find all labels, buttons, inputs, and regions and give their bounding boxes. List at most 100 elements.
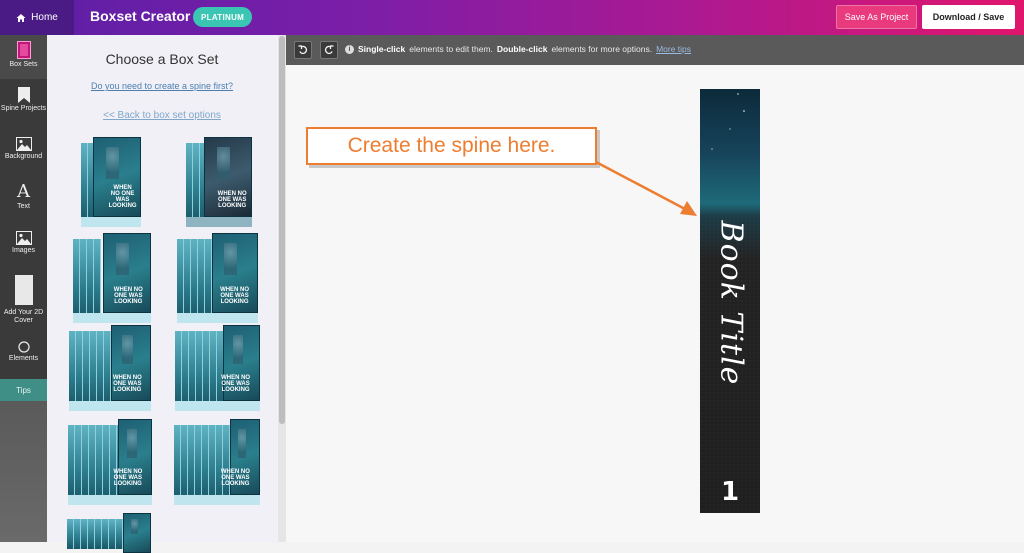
boxset-volume-spine: [94, 239, 101, 319]
boxset-volume-spine: [109, 519, 116, 549]
boxset-option[interactable]: WHEN NO ONE WAS LOOKING: [174, 419, 260, 505]
boxset-volume-spine: [196, 331, 203, 407]
hint-bold-single-click: Single-click: [358, 44, 406, 54]
rail-item-background[interactable]: Background: [0, 137, 47, 173]
boxset-title: WHEN NO ONE WAS LOOKING: [113, 469, 143, 487]
boxset-base: [73, 313, 151, 323]
boxset-volume-spine: [186, 143, 193, 223]
boxset-spines: [174, 425, 230, 501]
rail-item-add-2d-cover[interactable]: Add Your 2D Cover: [0, 275, 47, 331]
boxset-title: WHEN NO ONE WAS LOOKING: [220, 469, 250, 487]
app-title: Boxset Creator: [90, 8, 191, 24]
boxset-spines: [68, 425, 124, 501]
redo-button[interactable]: [320, 41, 338, 59]
boxset-volume-spine: [184, 239, 191, 319]
boxset-volume-spine: [110, 425, 117, 501]
boxset-option[interactable]: WHEN NO ONE WAS LOOKING: [175, 325, 260, 411]
boxset-volume-spine: [81, 519, 88, 549]
rail-item-label: Elements: [8, 355, 39, 362]
rail-item-spine-projects[interactable]: Spine Projects: [0, 87, 47, 131]
hint-text: elements for more options.: [551, 44, 653, 54]
rail-item-elements[interactable]: Elements: [0, 341, 47, 375]
boxset-title: WHEN NO ONE WAS LOOKING: [112, 375, 142, 393]
boxset-base: [68, 495, 152, 505]
boxset-volume-spine: [95, 519, 102, 549]
rail-item-label: Spine Projects: [0, 105, 47, 112]
boxset-spines: [73, 239, 101, 319]
home-icon: [16, 13, 26, 22]
boxset-option[interactable]: [67, 513, 151, 553]
bookmark-icon: [17, 87, 30, 103]
boxset-volume-spine: [175, 331, 182, 407]
boxset-spines: [67, 519, 123, 549]
undo-button[interactable]: [294, 41, 312, 59]
boxset-volume-spine: [202, 425, 209, 501]
boxset-volume-spine: [68, 425, 75, 501]
boxset-volume-spine: [75, 425, 82, 501]
boxset-volume-spine: [198, 239, 205, 319]
boxset-volume-spine: [195, 425, 202, 501]
rail-item-box-sets[interactable]: Box Sets: [0, 35, 47, 79]
boxset-volume-spine: [69, 331, 76, 407]
spine-volume-number[interactable]: 1: [700, 477, 760, 507]
boxset-volume-spine: [76, 331, 83, 407]
boxset-option[interactable]: WHEN NO ONE WAS LOOKING: [81, 137, 141, 227]
home-button[interactable]: Home: [0, 0, 74, 35]
boxset-front: [123, 513, 151, 553]
image-icon: [15, 137, 32, 151]
rail-item-label: Text: [17, 203, 30, 210]
boxset-option[interactable]: WHEN NO ONE WAS LOOKING: [186, 137, 252, 227]
box-sets-icon: [16, 41, 31, 59]
boxset-volume-spine: [67, 519, 74, 549]
rail-item-text[interactable]: A Text: [0, 183, 47, 219]
boxset-volume-spine: [191, 239, 198, 319]
boxset-volume-spine: [209, 425, 216, 501]
undo-icon: [298, 45, 308, 54]
boxset-volume-spine: [174, 425, 181, 501]
text-icon: A: [17, 181, 30, 202]
boxset-option[interactable]: WHEN NO ONE WAS LOOKING: [73, 233, 151, 323]
save-as-project-button[interactable]: Save As Project: [836, 5, 917, 29]
boxset-volume-spine: [97, 331, 104, 407]
boxset-volume-spine: [189, 331, 196, 407]
info-icon: i: [345, 44, 354, 54]
boxset-volume-spine: [102, 519, 109, 549]
spine-book-title[interactable]: Book Title: [714, 221, 749, 386]
boxset-option[interactable]: WHEN NO ONE WAS LOOKING: [69, 325, 151, 411]
boxset-option[interactable]: WHEN NO ONE WAS LOOKING: [177, 233, 258, 323]
boxset-spines: [175, 331, 224, 407]
rail-item-images[interactable]: Images: [0, 231, 47, 267]
boxset-volume-spine: [87, 239, 94, 319]
panel-scrollbar-thumb[interactable]: [279, 36, 285, 424]
boxset-volume-spine: [81, 143, 88, 223]
boxset-option[interactable]: WHEN NO ONE WAS LOOKING: [68, 419, 152, 505]
boxset-volume-spine: [223, 425, 230, 501]
download-save-button[interactable]: Download / Save: [922, 5, 1015, 29]
boxset-title: WHEN NO ONE WAS LOOKING: [221, 375, 251, 393]
rail-item-label: Box Sets: [9, 61, 38, 68]
more-tips-link[interactable]: More tips: [656, 44, 691, 54]
home-label: Home: [31, 12, 58, 23]
boxset-title: WHEN NO ONE WAS LOOKING: [108, 185, 137, 209]
boxset-volume-spine: [83, 331, 90, 407]
boxset-title: WHEN NO ONE WAS LOOKING: [217, 191, 247, 209]
tips-button[interactable]: Tips: [0, 379, 47, 401]
spine-preview[interactable]: Book Title 1: [700, 89, 760, 513]
callout-box: Create the spine here.: [306, 127, 597, 165]
boxset-base: [81, 217, 141, 227]
back-to-options-link[interactable]: << Back to box set options: [47, 110, 277, 121]
create-spine-link[interactable]: Do you need to create a spine first?: [47, 81, 277, 91]
hint-text: elements to edit them.: [409, 44, 493, 54]
boxset-volume-spine: [88, 519, 95, 549]
boxset-volume-spine: [182, 331, 189, 407]
top-bar: Home Boxset Creator PLATINUM Save As Pro…: [0, 0, 1024, 35]
hint-bold-double-click: Double-click: [496, 44, 548, 54]
boxset-base: [186, 217, 252, 227]
rail-item-label: Add Your 2D Cover: [3, 309, 44, 324]
boxset-volume-spine: [203, 331, 210, 407]
boxset-volume-spine: [116, 519, 123, 549]
boxset-volume-spine: [103, 425, 110, 501]
boxset-volume-spine: [205, 239, 212, 319]
tool-rail: Box Sets Spine Projects Background A Tex…: [0, 35, 47, 542]
boxset-volume-spine: [90, 331, 97, 407]
